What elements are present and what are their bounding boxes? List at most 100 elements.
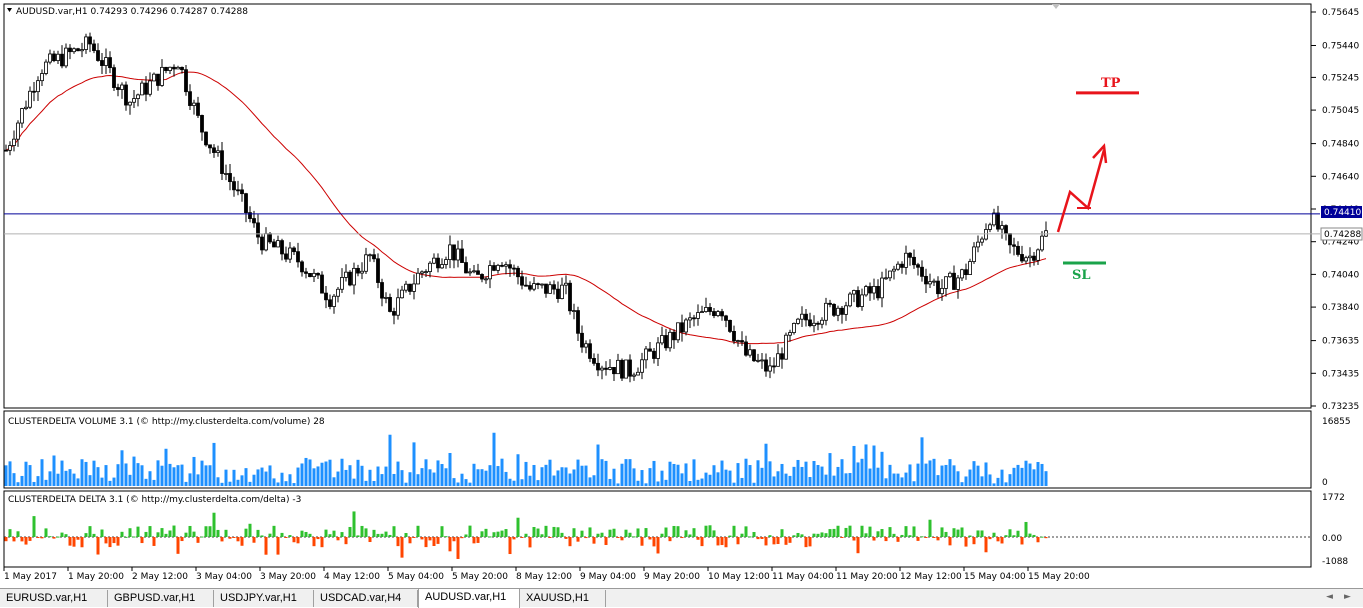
volume-bar <box>880 451 884 486</box>
volume-bar <box>712 465 716 486</box>
delta-bar <box>24 537 28 545</box>
volume-bar <box>844 473 848 486</box>
delta-bar <box>692 528 696 537</box>
volume-bar <box>252 474 256 486</box>
volume-bar <box>12 473 16 486</box>
delta-bar <box>376 533 380 537</box>
volume-bar <box>40 459 44 486</box>
volume-bar <box>548 459 552 486</box>
delta-bar <box>924 537 928 538</box>
delta-bar <box>228 537 232 539</box>
tab-usdcad[interactable]: USDCAD.var,H4 <box>314 590 418 607</box>
candle-body <box>896 263 900 270</box>
volume-bar <box>948 459 952 486</box>
candle-body <box>212 147 216 153</box>
delta-bar <box>412 537 416 538</box>
volume-bar <box>1032 469 1036 486</box>
candle-body <box>876 285 880 299</box>
tab-xauusd[interactable]: XAUUSD,H1 <box>520 590 606 607</box>
tab-usdjpy[interactable]: USDJPY.var,H1 <box>214 590 314 607</box>
volume-bar <box>776 471 780 486</box>
candle-body <box>608 367 612 370</box>
candle-body <box>1004 225 1008 234</box>
candle-body <box>244 193 248 214</box>
delta-bar <box>620 537 624 541</box>
delta-bar <box>648 537 652 540</box>
scroll-right-icon[interactable]: ► <box>1344 592 1351 602</box>
delta-bar <box>468 525 472 537</box>
delta-bar <box>56 536 60 538</box>
delta-bar <box>820 532 824 537</box>
delta-bar <box>528 537 532 548</box>
symbol-tab-bar: EURUSD.var,H1 GBPUSD.var,H1 USDJPY.var,H… <box>0 588 1363 608</box>
delta-bar <box>296 537 300 544</box>
volume-bar <box>96 467 100 486</box>
delta-bar <box>888 527 892 537</box>
time-tick-label: 5 May 04:00 <box>388 572 444 582</box>
candle-body <box>204 131 208 146</box>
candle-body <box>32 90 36 93</box>
candle-body <box>152 73 156 82</box>
candle-body <box>340 277 344 290</box>
time-tick-label: 9 May 20:00 <box>644 572 700 582</box>
delta-bar <box>452 537 456 542</box>
symbol-header: AUDUSD.var,H1 0.74293 0.74296 0.74287 0.… <box>16 7 248 17</box>
delta-bar <box>864 533 868 537</box>
candle-body <box>628 359 632 377</box>
delta-bar <box>424 537 428 548</box>
volume-bar <box>612 468 616 486</box>
candle-body <box>704 307 708 313</box>
delta-bar <box>780 529 784 537</box>
delta-bar <box>752 532 756 537</box>
bid-price-label: 0.74288 <box>1324 230 1361 240</box>
candle-body <box>736 340 740 342</box>
delta-bar <box>660 533 664 537</box>
tab-audusd[interactable]: AUDUSD.var,H1 <box>418 589 520 608</box>
chart-window[interactable]: AUDUSD.var,H1 0.74293 0.74296 0.74287 0.… <box>0 0 1363 588</box>
volume-bar <box>780 463 784 486</box>
delta-bar <box>992 532 996 537</box>
candle-body <box>548 284 552 294</box>
volume-bar <box>848 473 852 486</box>
volume-bar <box>916 463 920 486</box>
candle-body <box>428 262 432 273</box>
hline-price-label: 0.74410 <box>1324 208 1361 218</box>
candle-body <box>512 267 516 270</box>
volume-bar <box>396 461 400 486</box>
volume-bar <box>944 464 948 486</box>
delta-bar <box>824 533 828 537</box>
candle-body <box>596 362 600 371</box>
volume-bar <box>248 481 252 486</box>
volume-bar <box>520 479 524 486</box>
delta-bar <box>52 537 56 539</box>
candle-body <box>960 269 964 279</box>
candle-body <box>476 270 480 275</box>
candle-body <box>184 69 188 93</box>
volume-bar <box>632 468 636 486</box>
delta-bar <box>336 537 340 541</box>
candle-body <box>312 272 316 278</box>
delta-bar <box>208 526 212 537</box>
volume-bar <box>912 481 916 486</box>
candle-body <box>132 98 136 103</box>
tab-gbpusd[interactable]: GBPUSD.var,H1 <box>108 590 214 607</box>
delta-bar <box>136 526 140 537</box>
tab-eurusd[interactable]: EURUSD.var,H1 <box>0 590 108 607</box>
delta-bar <box>92 533 96 537</box>
scroll-left-icon[interactable]: ◄ <box>1326 592 1333 602</box>
volume-bar <box>356 459 360 486</box>
delta-bar <box>624 529 628 537</box>
delta-bar <box>916 537 920 541</box>
delta-bar <box>100 529 104 537</box>
volume-bar <box>200 460 204 486</box>
candle-body <box>804 313 808 321</box>
delta-bar <box>264 537 268 555</box>
price-tick-label: 0.75440 <box>1322 42 1359 52</box>
candle-body <box>524 284 528 287</box>
volume-bar <box>1008 474 1012 486</box>
delta-bar <box>180 537 184 542</box>
delta-bar <box>16 531 20 537</box>
candle-body <box>708 307 712 312</box>
candle-body <box>732 331 736 342</box>
candle-body <box>396 297 400 316</box>
